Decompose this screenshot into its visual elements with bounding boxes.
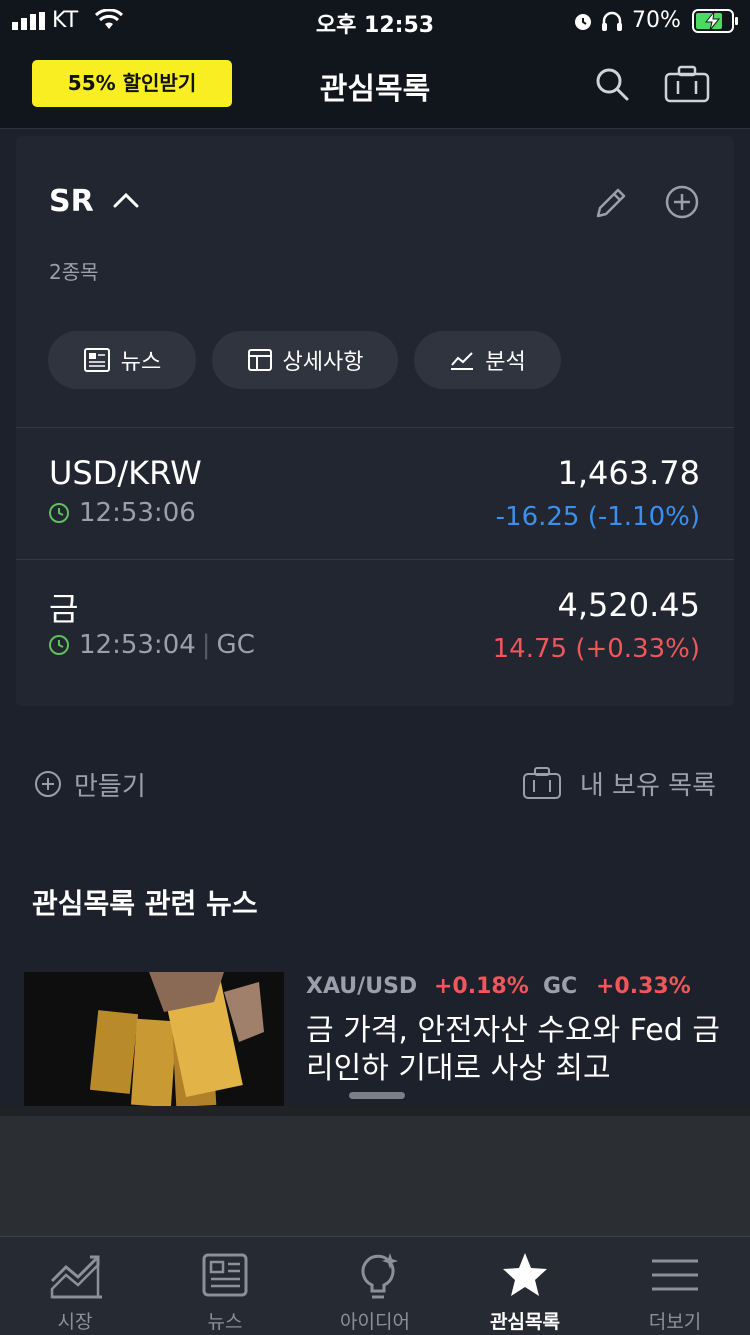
item-count: 2종목 — [49, 260, 99, 284]
time-value: 12:53:04 — [79, 630, 196, 660]
price-change: -16.25 (-1.10%) — [496, 502, 700, 532]
news-tag-symbol[interactable]: XAU/USD — [306, 974, 417, 999]
menu-icon — [652, 1259, 698, 1291]
analysis-pill-label: 분석 — [485, 350, 526, 375]
tab-label: 관심목록 — [490, 1311, 560, 1333]
details-pill-button[interactable]: 상세사항 — [212, 331, 398, 389]
change-value: 14.75 — [492, 634, 568, 664]
market-chart-icon — [50, 1255, 102, 1299]
watchlist-row[interactable]: 금 12:53:04 | GC 4,520.45 14.75 (+0.33%) — [16, 560, 734, 690]
battery-percent: 70% — [632, 8, 681, 33]
news-pill-label: 뉴스 — [120, 350, 162, 375]
my-holdings-button[interactable]: 내 보유 목록 — [522, 764, 716, 802]
search-icon[interactable] — [594, 66, 630, 102]
exchange-label: GC — [216, 630, 255, 660]
tab-bar: 시장 뉴스 아이디어 관심목록 더보기 — [0, 1236, 750, 1335]
create-list-button[interactable]: 만들기 — [34, 766, 146, 802]
watchlist-row[interactable]: USD/KRW 12:53:06 1,463.78 -16.25 (-1.10%… — [16, 428, 734, 558]
news-tag-change: +0.33% — [596, 974, 691, 999]
gold-bars-image — [24, 972, 284, 1106]
table-icon — [247, 349, 272, 371]
tab-label: 더보기 — [648, 1311, 702, 1333]
tab-label: 아이디어 — [340, 1311, 410, 1333]
details-pill-label: 상세사항 — [282, 350, 364, 375]
idea-bulb-icon — [361, 1253, 398, 1299]
headphones-icon — [602, 11, 622, 31]
bottom-sheet[interactable] — [0, 1106, 750, 1246]
create-label: 만들기 — [74, 771, 146, 802]
change-value: -16.25 — [495, 502, 580, 532]
tab-label: 시장 — [57, 1311, 93, 1333]
news-pill-button[interactable]: 뉴스 — [48, 331, 196, 389]
newspaper-icon — [83, 348, 110, 372]
news-headline[interactable]: 금 가격, 안전자산 수요와 Fed 금리인하 기대로 사상 최고 — [306, 1012, 736, 1088]
instrument-symbol: USD/KRW — [49, 454, 202, 492]
portfolio-briefcase-icon[interactable] — [664, 64, 710, 104]
news-tag-change: +0.18% — [434, 974, 529, 999]
app-header: 55% 할인받기 관심목록 — [0, 44, 750, 129]
add-circle-icon[interactable] — [664, 184, 700, 220]
tab-label: 뉴스 — [207, 1311, 243, 1333]
clock-icon — [49, 503, 69, 523]
clock-icon — [49, 635, 69, 655]
instrument-symbol: 금 — [49, 590, 79, 628]
tab-more[interactable]: 더보기 — [600, 1237, 750, 1335]
change-percent: (-1.10%) — [587, 502, 700, 532]
news-icon — [202, 1253, 248, 1297]
watchlist-name[interactable]: SR — [49, 184, 94, 219]
star-icon — [503, 1253, 547, 1296]
page-title: 관심목록 — [319, 72, 431, 107]
tab-watchlist[interactable]: 관심목록 — [450, 1237, 600, 1335]
holdings-label: 내 보유 목록 — [579, 770, 716, 801]
news-thumbnail[interactable] — [24, 972, 284, 1106]
quote-time: 12:53:06 — [79, 498, 196, 528]
watchlist-card: SR 2종목 뉴스 상세사항 분석 USD/KRW 12:53:06 1,463… — [16, 136, 734, 706]
last-price: 4,520.45 — [557, 586, 701, 624]
chevron-up-icon[interactable] — [112, 190, 140, 210]
last-price: 1,463.78 — [557, 454, 701, 492]
alarm-icon — [575, 14, 591, 30]
quote-time: 12:53:04 | GC — [79, 630, 255, 660]
news-tag-symbol[interactable]: GC — [543, 974, 577, 999]
status-bar: KT 오후 12:53 70% — [0, 0, 750, 44]
news-section-title: 관심목록 관련 뉴스 — [32, 887, 258, 920]
battery-icon — [692, 9, 738, 33]
change-percent: (+0.33%) — [575, 634, 700, 664]
tab-market[interactable]: 시장 — [0, 1237, 150, 1335]
add-circle-icon — [35, 771, 61, 797]
chart-icon — [451, 352, 474, 370]
edit-pencil-icon[interactable] — [594, 184, 630, 220]
price-change: 14.75 (+0.33%) — [493, 634, 700, 664]
tab-ideas[interactable]: 아이디어 — [300, 1237, 450, 1335]
tab-news[interactable]: 뉴스 — [150, 1237, 300, 1335]
sheet-drag-handle[interactable] — [349, 1092, 405, 1099]
analysis-pill-button[interactable]: 분석 — [414, 331, 561, 389]
briefcase-icon — [522, 767, 561, 799]
